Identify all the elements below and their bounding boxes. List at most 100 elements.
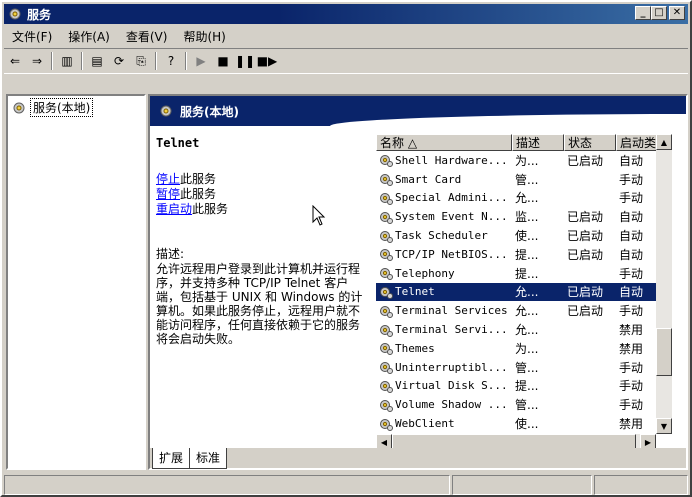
service-name-cell: Telnet: [395, 285, 435, 299]
service-desc-cell: 监...: [515, 210, 539, 225]
mouse-pointer-icon: [312, 205, 326, 226]
services-gear-icon: [160, 105, 172, 117]
service-gear-icon: [380, 418, 393, 431]
services-gear-icon: [9, 8, 21, 20]
pause-suffix: 此服务: [180, 187, 217, 201]
service-row[interactable]: Shell Hardware... 为... 已启动 自动: [376, 151, 672, 170]
service-row[interactable]: Virtual Disk S... 提... 手动: [376, 377, 672, 396]
pane-header: 服务(本地): [150, 96, 686, 126]
service-desc-cell: 提...: [515, 247, 539, 262]
refresh-icon[interactable]: ⟳: [108, 51, 130, 71]
service-row[interactable]: Uninterruptibl... 管... 手动: [376, 358, 672, 377]
service-desc-cell: 使...: [515, 229, 539, 244]
description-text: 允许远程用户登录到此计算机并运行程序，并支持多种 TCP/IP Telnet 客…: [156, 262, 363, 346]
service-row[interactable]: Special Admini... 允... 手动: [376, 189, 672, 208]
restart-service-link[interactable]: 重启动: [156, 202, 192, 216]
service-name-cell: TCP/IP NetBIOS...: [395, 247, 508, 261]
start-service-icon[interactable]: ▶: [190, 51, 212, 71]
service-gear-icon: [380, 324, 393, 337]
pane-title: 服务(本地): [180, 104, 239, 119]
service-desc-cell: 允...: [515, 304, 539, 319]
services-gear-icon: [13, 102, 25, 113]
services-window: 服务 _ □ ✕ 文件(F) 操作(A) 查看(V) 帮助(H) ⇐ ⇒ ▥ ▤…: [0, 0, 692, 497]
tab-standard[interactable]: 标准: [189, 448, 228, 469]
service-name-cell: Uninterruptibl...: [395, 360, 508, 374]
service-row[interactable]: Themes 为... 禁用: [376, 339, 672, 358]
service-row[interactable]: Terminal Servi... 允... 禁用: [376, 320, 672, 339]
service-row[interactable]: Terminal Services 允... 已启动 手动: [376, 301, 672, 320]
list-rows: Shell Hardware... 为... 已启动 自动 Smart Card 管...…: [376, 151, 672, 442]
scroll-up-icon[interactable]: ▲: [656, 134, 672, 150]
scroll-down-icon[interactable]: ▼: [656, 418, 672, 434]
service-row[interactable]: Smart Card 管... 手动: [376, 170, 672, 189]
tab-extended[interactable]: 扩展: [152, 448, 191, 469]
service-name-cell: Special Admini...: [395, 191, 508, 205]
menu-action[interactable]: 操作(A): [60, 28, 118, 45]
service-row[interactable]: WebClient 使... 禁用: [376, 414, 672, 433]
service-name-cell: Shell Hardware...: [395, 153, 508, 167]
service-status-cell: 已启动: [567, 285, 604, 300]
service-gear-icon: [380, 230, 393, 243]
window-title: 服务: [27, 7, 52, 22]
service-status-cell: 已启动: [567, 153, 604, 168]
vertical-scroll-thumb[interactable]: [656, 328, 672, 376]
service-name-cell: Smart Card: [395, 172, 462, 186]
service-gear-icon: [380, 155, 393, 168]
menu-bar: 文件(F) 操作(A) 查看(V) 帮助(H): [4, 26, 688, 46]
stop-service-link[interactable]: 停止: [156, 172, 180, 186]
service-name-cell: Task Scheduler: [395, 229, 488, 243]
menu-view[interactable]: 查看(V): [118, 28, 176, 45]
menu-help[interactable]: 帮助(H): [175, 28, 233, 45]
column-name[interactable]: 名称 △: [376, 134, 512, 151]
status-bar: [4, 475, 688, 495]
service-desc-cell: 提...: [515, 266, 539, 281]
maximize-button[interactable]: □: [651, 6, 667, 20]
forward-arrow-icon[interactable]: ⇒: [26, 51, 48, 71]
back-arrow-icon[interactable]: ⇐: [4, 51, 26, 71]
minimize-button[interactable]: _: [635, 6, 651, 20]
service-desc-cell: 允...: [515, 323, 539, 338]
service-name-cell: Virtual Disk S...: [395, 379, 508, 393]
toolbar: ⇐ ⇒ ▥ ▤ ⟳ ⎘ ? ▶ ■ ❚❚ ■▶: [4, 48, 688, 74]
service-gear-icon: [380, 305, 393, 318]
service-gear-icon: [380, 362, 393, 375]
menu-file[interactable]: 文件(F): [4, 28, 60, 45]
export-list-icon[interactable]: ⎘: [130, 51, 152, 71]
tree-item-services-local[interactable]: 服务(本地): [8, 96, 144, 119]
service-desc-cell: 管...: [515, 360, 539, 375]
service-row[interactable]: Volume Shadow ... 管... 手动: [376, 395, 672, 414]
service-row[interactable]: System Event N... 监... 已启动 自动: [376, 207, 672, 226]
service-row[interactable]: Task Scheduler 使... 已启动 自动: [376, 226, 672, 245]
service-name-cell: Terminal Services: [395, 304, 508, 318]
column-status[interactable]: 状态: [564, 134, 616, 151]
help-icon[interactable]: ?: [160, 51, 182, 71]
service-gear-icon: [380, 343, 393, 356]
pause-service-link[interactable]: 暂停: [156, 187, 180, 201]
status-pane-2: [452, 475, 592, 495]
service-desc-cell: 提...: [515, 379, 539, 394]
stop-service-icon[interactable]: ■: [212, 51, 234, 71]
service-name: Telnet: [156, 136, 200, 150]
view-tabs: 扩展 标准: [150, 448, 686, 469]
service-gear-icon: [380, 380, 393, 393]
details-pane: 服务(本地) Telnet 停止此服务 暂停此服务 重启动此服务 描述: 允许远…: [148, 94, 688, 470]
service-gear-icon: [380, 399, 393, 412]
service-row[interactable]: Telephony 提... 手动: [376, 264, 672, 283]
close-button[interactable]: ✕: [669, 6, 685, 20]
service-status-cell: 已启动: [567, 210, 604, 225]
show-tree-icon[interactable]: ▥: [56, 51, 78, 71]
column-description[interactable]: 描述: [512, 134, 564, 151]
service-row[interactable]: Telnet 允... 已启动 自动: [376, 282, 672, 302]
pause-service-icon[interactable]: ❚❚: [234, 51, 256, 71]
restart-service-icon[interactable]: ■▶: [256, 51, 278, 71]
service-row[interactable]: TCP/IP NetBIOS... 提... 已启动 自动: [376, 245, 672, 264]
service-desc-cell: 允...: [515, 191, 539, 206]
service-name-cell: Themes: [395, 341, 435, 355]
title-bar[interactable]: 服务 _ □ ✕: [4, 4, 688, 24]
properties-icon[interactable]: ▤: [86, 51, 108, 71]
tree-item-label: 服务(本地): [30, 98, 94, 117]
service-name-cell: System Event N...: [395, 210, 508, 224]
status-pane-3: [594, 475, 688, 495]
vertical-scrollbar[interactable]: ▲ ▼: [656, 134, 672, 434]
service-name-cell: Volume Shadow ...: [395, 398, 508, 412]
